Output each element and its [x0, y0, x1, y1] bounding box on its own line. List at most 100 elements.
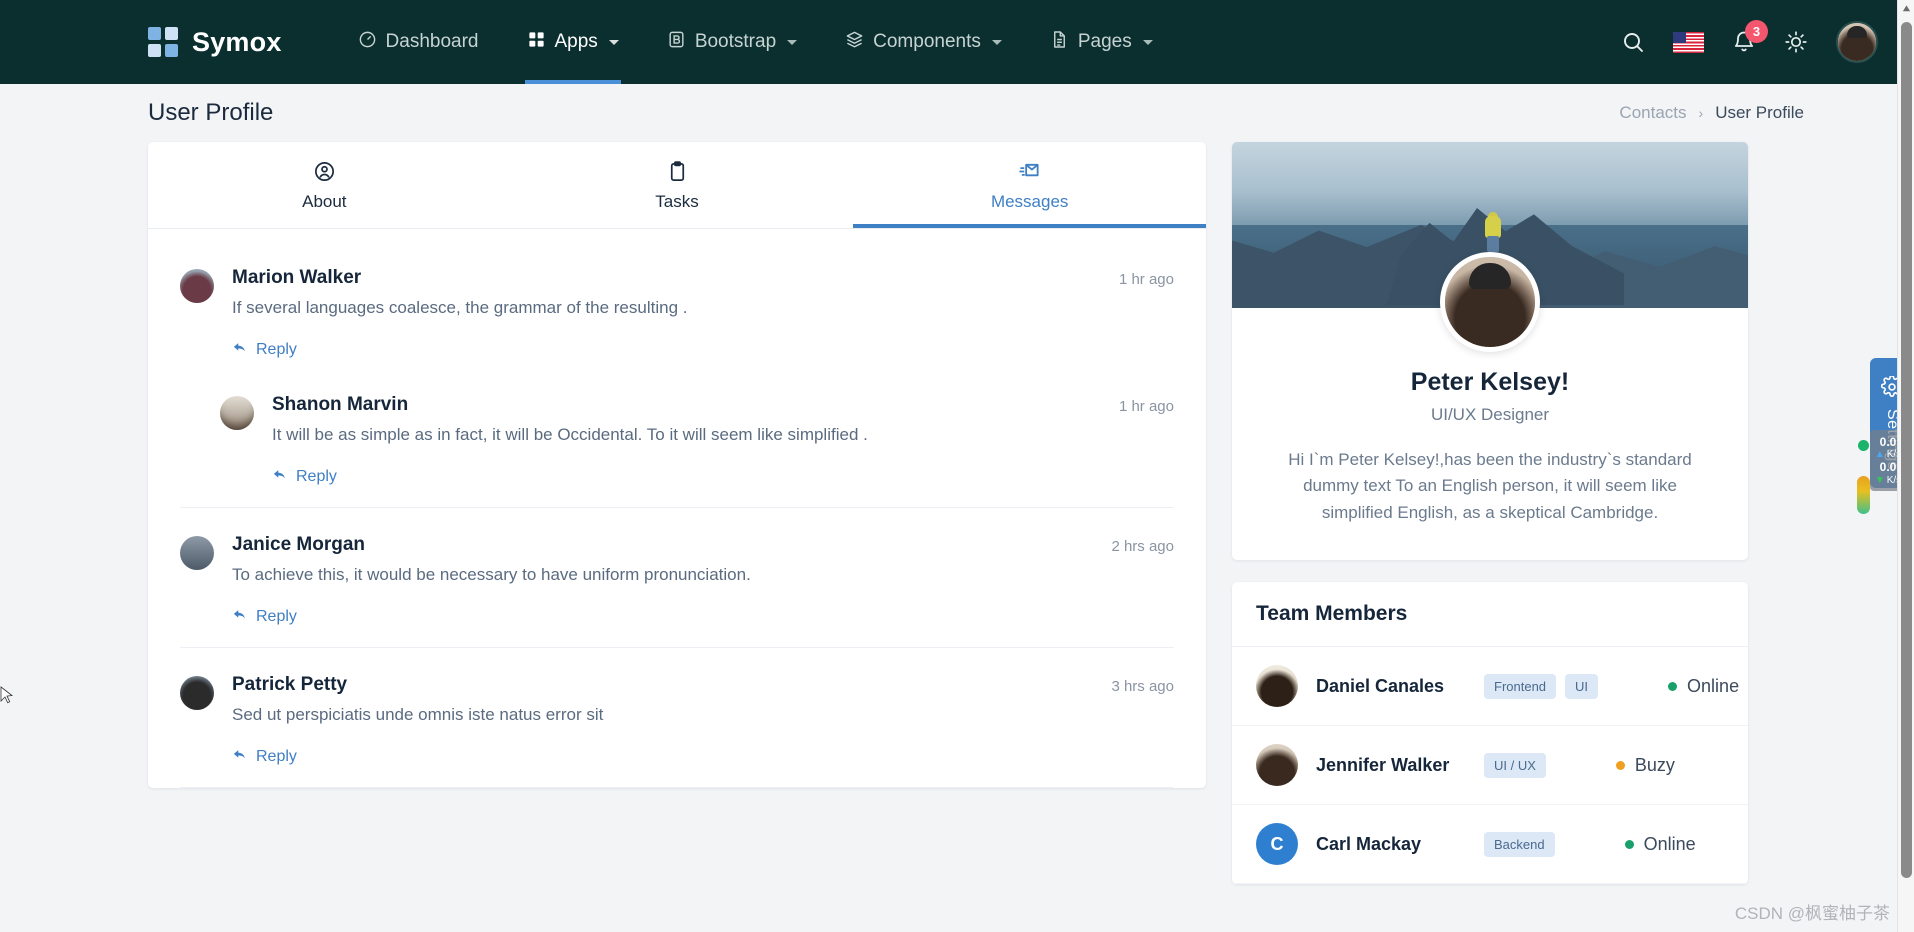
scroll-up-arrow-icon[interactable] — [1898, 0, 1914, 17]
team-member-tags: Backend — [1484, 831, 1555, 857]
profile-tabs: About Tasks Messages — [148, 142, 1206, 228]
profile-card: Peter Kelsey! UI/UX Designer Hi I`m Pete… — [1232, 142, 1748, 561]
clipboard-icon — [501, 160, 854, 183]
file-icon — [1050, 30, 1069, 55]
tab-messages[interactable]: Messages — [853, 142, 1206, 228]
message-avatar — [180, 269, 214, 303]
page-scrollbar[interactable] — [1897, 0, 1914, 932]
status-dot-icon — [1668, 681, 1678, 691]
profile-name: Peter Kelsey! — [1410, 368, 1570, 396]
message-author[interactable]: Shanon Marvin — [272, 394, 408, 416]
message-author[interactable]: Janice Morgan — [232, 534, 365, 556]
team-members-card: Team Members Daniel Canales Frontend UI … — [1232, 582, 1748, 885]
messages-card: About Tasks Messages Marion Walker 1 hr … — [148, 142, 1206, 788]
nav-item-apps[interactable]: Apps — [503, 0, 643, 84]
message-author[interactable]: Patrick Petty — [232, 674, 347, 696]
profile-bio: Hi I`m Peter Kelsey!,has been the indust… — [1288, 450, 1692, 522]
reply-label: Reply — [256, 608, 297, 625]
tab-tasks[interactable]: Tasks — [501, 142, 854, 228]
grid-icon — [527, 30, 546, 55]
watermark: CSDN @枫蜜柚子茶 — [1728, 897, 1896, 926]
right-column: Peter Kelsey! UI/UX Designer Hi I`m Pete… — [1232, 142, 1748, 885]
reply-button[interactable]: Reply — [232, 340, 297, 360]
team-member-avatar-initial: C — [1256, 823, 1298, 866]
team-member-name: Daniel Canales — [1316, 675, 1445, 696]
nav-item-dashboard[interactable]: Dashboard — [334, 0, 503, 84]
chevron-down-icon — [1142, 39, 1153, 45]
search-icon[interactable] — [1621, 30, 1645, 54]
profile-role: UI/UX Designer — [1430, 405, 1550, 424]
us-flag-icon[interactable] — [1673, 31, 1704, 53]
bell-icon[interactable]: 3 — [1732, 20, 1768, 54]
nav-label-dashboard: Dashboard — [385, 31, 479, 52]
reply-arrow-icon — [272, 467, 287, 487]
main-content: About Tasks Messages Marion Walker 1 hr … — [148, 142, 1804, 932]
message-list: Marion Walker 1 hr ago If several langua… — [148, 229, 1206, 788]
profile-avatar[interactable] — [1440, 252, 1540, 352]
team-member-avatar — [1256, 665, 1298, 708]
reply-arrow-icon — [232, 607, 247, 627]
breadcrumb-separator-icon: › — [1698, 105, 1704, 121]
team-member-tag: Backend — [1484, 831, 1555, 857]
reply-button[interactable]: Reply — [232, 747, 297, 767]
page-title: User Profile — [148, 99, 274, 126]
team-member-row[interactable]: Jennifer Walker UI / UX Buzy — [1232, 726, 1748, 806]
tab-label-messages: Messages — [990, 192, 1069, 211]
breadcrumb-current: User Profile — [1715, 103, 1804, 122]
avatar[interactable] — [1836, 21, 1878, 63]
mail-send-icon — [853, 160, 1206, 183]
brand-name: Symox — [192, 26, 282, 57]
brand-logo-link[interactable]: Symox — [148, 27, 282, 58]
nav-item-components[interactable]: Components — [821, 0, 1026, 84]
message-avatar — [180, 536, 214, 570]
reply-button[interactable]: Reply — [272, 467, 337, 487]
reply-label: Reply — [256, 341, 297, 358]
team-members-title: Team Members — [1232, 582, 1748, 648]
level-bar-indicator — [1857, 476, 1870, 514]
message-timestamp: 1 hr ago — [1118, 271, 1174, 288]
left-column: About Tasks Messages Marion Walker 1 hr … — [148, 142, 1206, 788]
team-member-tag: UI / UX — [1484, 752, 1546, 778]
message-timestamp: 3 hrs ago — [1111, 678, 1174, 695]
navbar-actions: 3 — [1621, 20, 1892, 63]
reply-arrow-icon — [232, 747, 247, 767]
user-circle-icon — [148, 160, 501, 183]
message-item-nested: Shanon Marvin 1 hr ago It will be as sim… — [148, 368, 1206, 495]
team-member-row[interactable]: C Carl Mackay Backend Online — [1232, 805, 1748, 885]
team-member-name: Jennifer Walker — [1316, 754, 1450, 775]
top-navbar: Symox Dashboard Apps Bootstrap Component… — [0, 0, 1914, 84]
team-member-status: Online — [1668, 676, 1739, 697]
message-avatar — [220, 396, 254, 430]
reply-button[interactable]: Reply — [232, 607, 297, 627]
scrollbar-thumb[interactable] — [1901, 22, 1912, 878]
status-dot-icon — [1615, 760, 1625, 770]
message-avatar — [180, 676, 214, 710]
tab-about[interactable]: About — [148, 142, 501, 228]
team-member-tag: UI — [1565, 673, 1599, 699]
team-member-tags: UI / UX — [1484, 752, 1546, 778]
reply-label: Reply — [256, 748, 297, 765]
message-text: Sed ut perspiciatis unde omnis iste natu… — [232, 705, 604, 724]
chevron-down-icon — [991, 39, 1002, 45]
sun-icon[interactable] — [1784, 30, 1808, 54]
layers-icon — [845, 30, 864, 55]
breadcrumb-parent[interactable]: Contacts — [1619, 103, 1686, 123]
reply-label: Reply — [296, 468, 337, 485]
team-member-tags: Frontend UI — [1484, 673, 1599, 699]
upload-arrow-icon: ▲ — [1874, 449, 1885, 461]
primary-nav: Dashboard Apps Bootstrap Components Page… — [334, 0, 1177, 84]
status-label: Buzy — [1634, 754, 1675, 775]
reply-arrow-icon — [232, 340, 247, 360]
message-timestamp: 2 hrs ago — [1111, 538, 1174, 555]
message-author[interactable]: Marion Walker — [232, 267, 361, 289]
nav-item-bootstrap[interactable]: Bootstrap — [643, 0, 821, 84]
cover-photo — [1232, 142, 1748, 352]
nav-item-pages[interactable]: Pages — [1026, 0, 1177, 84]
cover-hiker — [1484, 212, 1501, 253]
message-text: If several languages coalesce, the gramm… — [232, 298, 688, 317]
download-arrow-icon: ▼ — [1874, 474, 1885, 486]
team-member-row[interactable]: Daniel Canales Frontend UI Online — [1232, 647, 1748, 727]
team-member-status: Online — [1624, 834, 1696, 855]
nav-label-bootstrap: Bootstrap — [694, 31, 777, 52]
message-item: Marion Walker 1 hr ago If several langua… — [148, 241, 1206, 368]
